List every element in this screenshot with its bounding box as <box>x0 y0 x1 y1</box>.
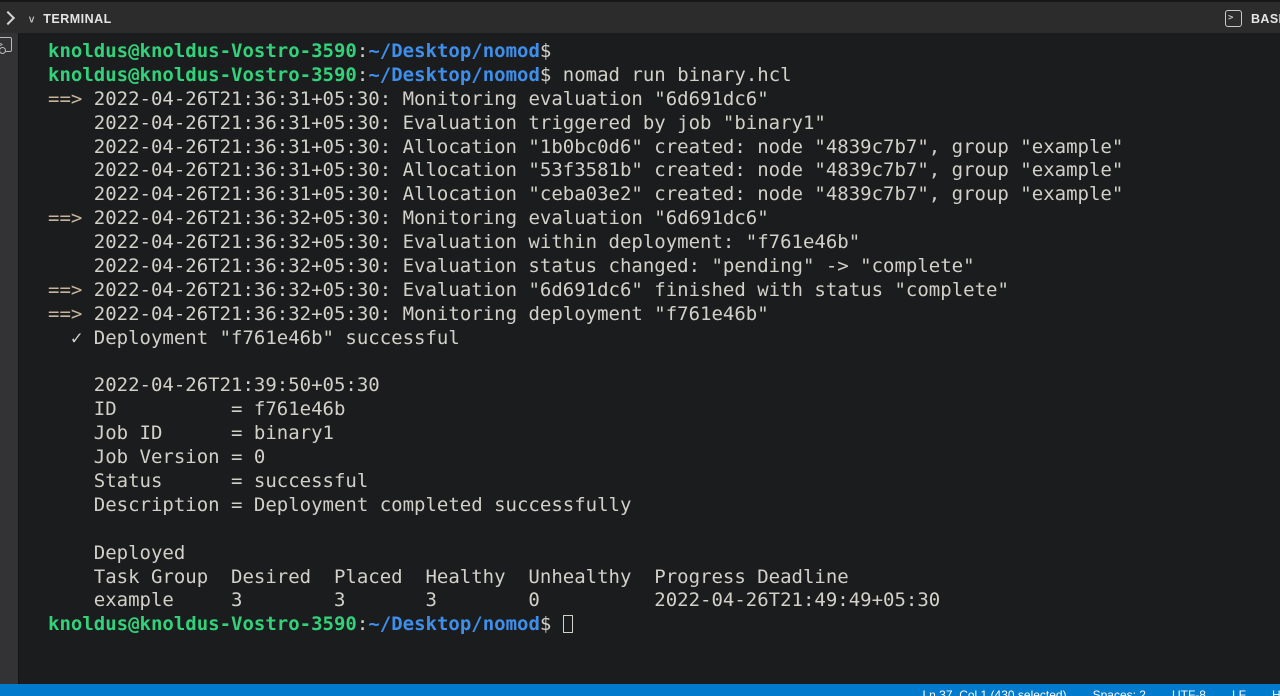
terminal-text-segment: Deployed <box>48 541 186 564</box>
terminal-text-segment: : <box>356 63 369 86</box>
terminal-text-segment: 2022-04-26T21:36:32+05:30: Evaluation "6… <box>93 278 1009 301</box>
terminal-line: 2022-04-26T21:39:50+05:30 <box>48 374 1280 398</box>
terminal-line: knoldus@knoldus-Vostro-3590:~/Desktop/no… <box>48 64 1280 88</box>
terminal-icon: > <box>1224 10 1242 27</box>
terminal-line: 2022-04-26T21:36:32+05:30: Evaluation st… <box>48 255 1280 279</box>
terminal-text-segment: ==> <box>48 278 94 301</box>
chevron-down-icon[interactable]: ∨ <box>28 13 35 23</box>
terminal-line: Description = Deployment completed succe… <box>48 494 1280 518</box>
terminal-line: Task Group Desired Placed Healthy Unheal… <box>48 566 1280 590</box>
panel-title: TERMINAL <box>43 11 112 26</box>
terminal-text-segment: 2022-04-26T21:39:50+05:30 <box>48 374 380 397</box>
shell-selector[interactable]: > BASH <box>1224 2 1280 35</box>
terminal-line: 2022-04-26T21:36:31+05:30: Allocation "c… <box>48 183 1280 207</box>
terminal-text-segment: 2022-04-26T21:36:31+05:30: Allocation "1… <box>48 135 1124 158</box>
status-item-language-mode[interactable]: HCL <box>1272 688 1280 696</box>
terminal-line: knoldus@knoldus-Vostro-3590:~/Desktop/no… <box>48 613 1280 637</box>
terminal-panel-header: ∨ TERMINAL > BASH <box>0 0 1280 33</box>
terminal-text-segment: 2022-04-26T21:36:32+05:30: Monitoring ev… <box>93 207 769 230</box>
terminal-line: ==> 2022-04-26T21:36:32+05:30: Evaluatio… <box>48 279 1280 303</box>
terminal-line: example 3 3 3 0 2022-04-26T21:49:49+05:3… <box>48 589 1280 613</box>
terminal-line: 2022-04-26T21:36:31+05:30: Allocation "5… <box>48 159 1280 183</box>
panel-title-area: ∨ TERMINAL <box>28 2 112 35</box>
terminal-text-segment: ~/Desktop/nomod <box>368 63 540 86</box>
terminal-output[interactable]: knoldus@knoldus-Vostro-3590:~/Desktop/no… <box>19 33 1280 684</box>
terminal-line: 2022-04-26T21:36:31+05:30: Evaluation tr… <box>48 112 1280 136</box>
terminal-line: 2022-04-26T21:36:31+05:30: Allocation "1… <box>48 136 1280 160</box>
terminal-text-segment: knoldus@knoldus-Vostro-3590 <box>48 63 357 86</box>
terminal-text-segment: ==> <box>48 87 94 110</box>
terminal-text-segment: Job Version = 0 <box>48 446 266 469</box>
terminal-line: Deployed <box>48 542 1280 566</box>
terminal-line: 2022-04-26T21:36:32+05:30: Evaluation wi… <box>48 231 1280 255</box>
terminal-text-segment: nomad run binary.hcl <box>551 63 792 86</box>
terminal-cursor <box>562 615 573 634</box>
terminal-line: knoldus@knoldus-Vostro-3590:~/Desktop/no… <box>48 40 1280 64</box>
terminal-text-segment: 2022-04-26T21:36:31+05:30: Monitoring ev… <box>93 87 769 110</box>
terminal-text-segment: 2022-04-26T21:36:31+05:30: Allocation "5… <box>48 159 1124 182</box>
left-edge-strip: > <box>0 33 19 684</box>
terminal-line: ==> 2022-04-26T21:36:32+05:30: Monitorin… <box>48 207 1280 231</box>
terminal-text-segment: $ <box>539 63 552 86</box>
status-item-indentation[interactable]: Spaces: 2 <box>1093 688 1146 696</box>
terminal-line: Job Version = 0 <box>48 446 1280 470</box>
terminal-text-segment: 2022-04-26T21:36:31+05:30: Allocation "c… <box>48 183 1124 206</box>
terminal-text-segment: 2022-04-26T21:36:32+05:30: Evaluation wi… <box>48 231 861 254</box>
terminal-text-segment: $ <box>539 613 552 636</box>
terminal-text-segment: ~/Desktop/nomod <box>368 613 540 636</box>
terminal-text-segment: example 3 3 3 0 2022-04-26T21:49:49+05:3… <box>48 589 941 612</box>
terminal-line: ✓ Deployment "f761e46b" successful <box>48 327 1280 351</box>
terminal-text-segment: ==> <box>48 302 94 325</box>
terminal-line: ==> 2022-04-26T21:36:31+05:30: Monitorin… <box>48 88 1280 112</box>
terminal-text-segment: Job ID = binary1 <box>48 422 334 445</box>
terminal-text-segment: ✓ Deployment "f761e46b" successful <box>48 326 460 349</box>
terminal-text-segment: knoldus@knoldus-Vostro-3590 <box>48 613 357 636</box>
terminal-text-segment: $ <box>539 40 552 62</box>
shell-label: BASH <box>1250 11 1280 26</box>
terminal-text-segment: Description = Deployment completed succe… <box>48 493 632 516</box>
terminal-text-segment: knoldus@knoldus-Vostro-3590 <box>48 40 357 62</box>
terminal-text-segment: : <box>356 40 369 62</box>
terminal-text-segment: Status = successful <box>48 470 369 493</box>
gear-icon <box>0 47 6 54</box>
status-item-eol[interactable]: LF <box>1232 688 1246 696</box>
terminal-text-segment: 2022-04-26T21:36:32+05:30: Evaluation st… <box>48 255 975 278</box>
status-item-cursor-position[interactable]: Ln 37, Col 1 (430 selected) <box>923 688 1067 696</box>
terminal-text-segment: 2022-04-26T21:36:32+05:30: Monitoring de… <box>93 302 769 325</box>
vscode-window: ∨ TERMINAL > BASH > knoldus@knoldus-Vost… <box>0 0 1280 696</box>
panel-expand-chevron-icon[interactable] <box>0 10 16 26</box>
terminal-text-segment: 2022-04-26T21:36:31+05:30: Evaluation tr… <box>48 111 826 134</box>
status-item-encoding[interactable]: UTF-8 <box>1172 688 1206 696</box>
terminal-text-segment: ~/Desktop/nomod <box>368 40 540 62</box>
terminal-line: ==> 2022-04-26T21:36:32+05:30: Monitorin… <box>48 303 1280 327</box>
terminal-line: Status = successful <box>48 470 1280 494</box>
terminal-text-segment: ID = f761e46b <box>48 398 346 421</box>
terminal-text-segment: ==> <box>48 207 94 230</box>
status-bar: Ln 37, Col 1 (430 selected) Spaces: 2 UTF-… <box>0 684 1280 696</box>
terminal-text-segment: Task Group Desired Placed Healthy Unheal… <box>48 565 849 588</box>
terminal-line: ID = f761e46b <box>48 398 1280 422</box>
terminal-line: Job ID = binary1 <box>48 422 1280 446</box>
terminal-text-segment: : <box>356 613 369 636</box>
